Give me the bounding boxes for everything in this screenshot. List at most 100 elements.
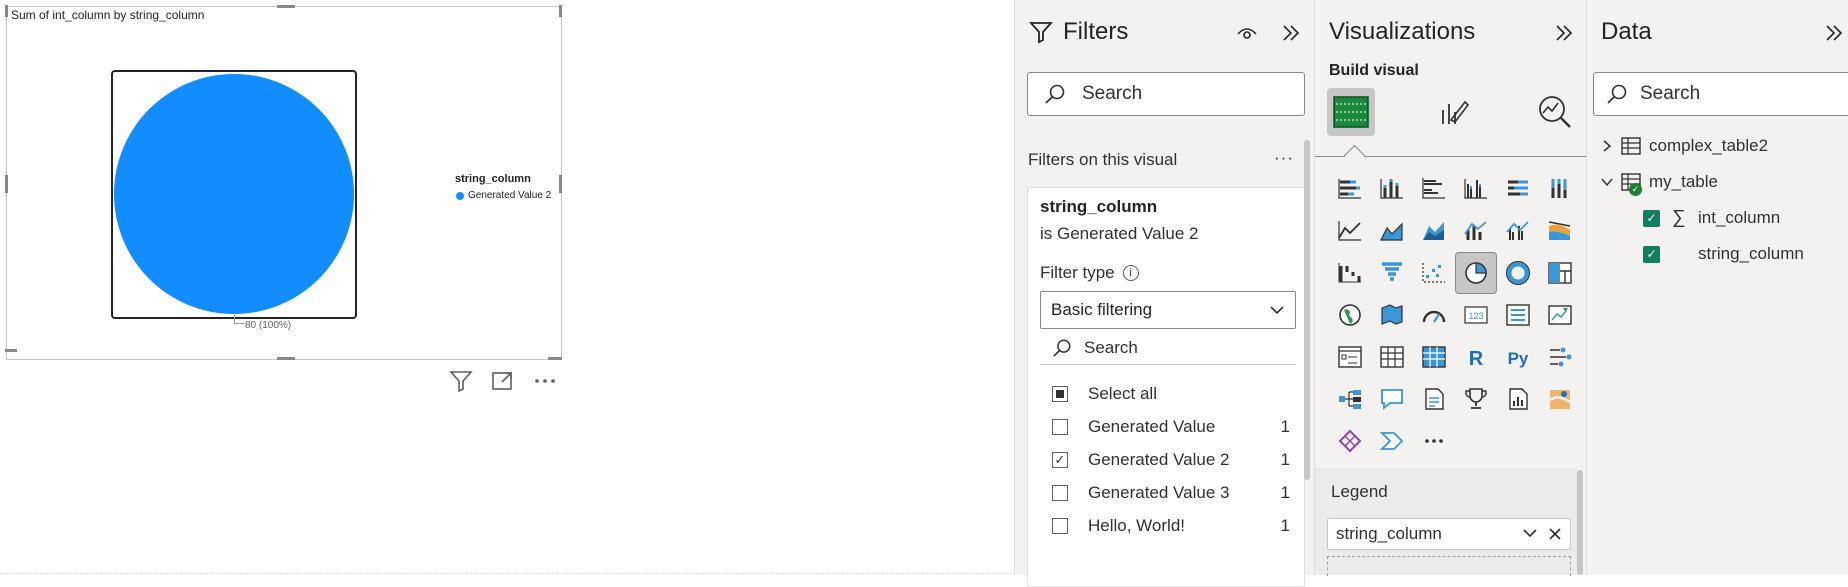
collapse-pane-icon[interactable] [1553, 22, 1575, 44]
filter-card[interactable]: string_column is Generated Value 2 Filte… [1027, 187, 1305, 587]
legend-well-drop-zone[interactable] [1327, 556, 1571, 576]
close-icon[interactable] [1548, 527, 1562, 541]
metrics-icon[interactable] [1455, 378, 1497, 420]
funnel-chart-icon[interactable] [1371, 252, 1413, 294]
legend-item[interactable]: Generated Value 2 [456, 190, 551, 201]
scatter-chart-icon[interactable] [1413, 252, 1455, 294]
data-search-box[interactable] [1593, 72, 1848, 116]
focus-mode-icon[interactable] [489, 368, 517, 394]
area-chart-icon[interactable] [1371, 210, 1413, 252]
filter-type-dropdown[interactable]: Basic filtering [1040, 291, 1296, 329]
data-search-input[interactable] [1638, 82, 1792, 106]
ribbon-chart-icon[interactable] [1539, 210, 1581, 252]
key-influencers-icon[interactable] [1539, 336, 1581, 378]
100-stacked-column-chart-icon[interactable] [1539, 168, 1581, 210]
eye-icon[interactable] [1236, 22, 1258, 44]
power-automate-icon[interactable] [1371, 420, 1413, 462]
filter-value-checkbox[interactable] [1052, 385, 1068, 402]
stacked-area-chart-icon[interactable] [1413, 210, 1455, 252]
data-pane: Data complex_table2 ✓ my_table [1586, 0, 1848, 575]
filter-value-row[interactable]: Generated Value 1 [1040, 410, 1298, 443]
python-visual-icon[interactable]: Py [1497, 336, 1539, 378]
sigma-icon: ∑ [1672, 207, 1686, 228]
visualizations-scrollbar[interactable] [1577, 470, 1583, 575]
section-more-options-icon[interactable]: ··· [1274, 148, 1294, 168]
filter-value-checkbox[interactable] [1052, 418, 1068, 435]
field-checkbox[interactable]: ✓ [1643, 209, 1660, 227]
more-visuals-icon[interactable] [1413, 420, 1455, 462]
r-script-visual-icon[interactable]: R [1455, 336, 1497, 378]
stacked-bar-chart-icon[interactable] [1329, 168, 1371, 210]
pie-chart-icon[interactable] [1455, 252, 1497, 294]
card-icon[interactable]: 123 [1455, 294, 1497, 336]
table-visual-icon[interactable] [1371, 336, 1413, 378]
power-apps-icon[interactable] [1329, 420, 1371, 462]
table-row-my-table[interactable]: ✓ my_table [1599, 164, 1804, 200]
line-and-clustered-column-icon[interactable] [1497, 210, 1539, 252]
100-stacked-bar-chart-icon[interactable] [1497, 168, 1539, 210]
table-name: complex_table2 [1649, 136, 1769, 155]
donut-chart-icon[interactable] [1497, 252, 1539, 294]
kpi-icon[interactable] [1539, 294, 1581, 336]
multi-row-card-icon[interactable] [1497, 294, 1539, 336]
format-visual-icon[interactable] [1429, 88, 1477, 136]
legend-well-field[interactable]: string_column [1327, 518, 1571, 550]
map-icon[interactable] [1329, 294, 1371, 336]
waterfall-chart-icon[interactable] [1329, 252, 1371, 294]
chevron-down-icon[interactable] [1522, 527, 1538, 539]
analytics-icon[interactable] [1531, 88, 1579, 136]
matrix-icon[interactable] [1413, 336, 1455, 378]
slicer-icon[interactable] [1329, 336, 1371, 378]
filters-header: Filters [1029, 18, 1128, 46]
clustered-bar-chart-icon[interactable] [1413, 168, 1455, 210]
filter-value-row[interactable]: ✓ Generated Value 2 1 [1040, 443, 1298, 476]
chevron-down-icon[interactable] [1599, 177, 1615, 187]
collapse-pane-icon[interactable] [1823, 22, 1845, 44]
filters-scrollbar[interactable] [1304, 140, 1310, 480]
line-and-stacked-column-icon[interactable] [1455, 210, 1497, 252]
visual-types-grid: 123 R Py [1329, 168, 1581, 462]
filter-value-count: 1 [1280, 515, 1290, 535]
pie-chart-visual[interactable]: Sum of int_column by string_column 80 (1… [5, 5, 562, 360]
filter-type-label: Filter type i [1040, 263, 1139, 283]
azure-maps-icon[interactable] [1539, 378, 1581, 420]
filter-value-label: Hello, World! [1088, 515, 1185, 535]
svg-text:Py: Py [1508, 349, 1529, 368]
fields-tab-icon[interactable] [1327, 88, 1375, 136]
filter-value-row[interactable]: Generated Value 3 1 [1040, 476, 1298, 509]
info-icon[interactable]: i [1122, 265, 1139, 281]
filter-value-row[interactable]: Hello, World! 1 [1040, 509, 1298, 542]
stacked-column-chart-icon[interactable] [1371, 168, 1413, 210]
treemap-icon[interactable] [1539, 252, 1581, 294]
smart-narrative-icon[interactable] [1413, 378, 1455, 420]
filter-value-count: 1 [1280, 482, 1290, 502]
clustered-column-chart-icon[interactable] [1455, 168, 1497, 210]
field-row-string-column[interactable]: ✓ ∑ string_column [1599, 236, 1804, 272]
field-row-int-column[interactable]: ✓ ∑ int_column [1599, 200, 1804, 236]
legend-title: string_column [455, 173, 531, 185]
filter-card-search[interactable]: Search [1040, 332, 1296, 365]
filter-value-checkbox[interactable]: ✓ [1052, 451, 1068, 468]
decomposition-tree-icon[interactable] [1329, 378, 1371, 420]
filter-value-checkbox[interactable] [1052, 484, 1068, 501]
report-canvas[interactable]: Sum of int_column by string_column 80 (1… [0, 0, 1014, 575]
filters-search-input[interactable] [1080, 82, 1234, 106]
qna-icon[interactable] [1371, 378, 1413, 420]
filters-search-box[interactable] [1027, 72, 1305, 116]
filter-value-row[interactable]: Select all [1040, 377, 1298, 410]
pie-slice[interactable] [114, 74, 354, 314]
search-icon [1045, 84, 1065, 104]
collapse-pane-icon[interactable] [1280, 22, 1302, 44]
field-checkbox[interactable]: ✓ [1643, 245, 1660, 263]
more-options-icon[interactable] [531, 368, 559, 394]
filled-map-icon[interactable] [1371, 294, 1413, 336]
filter-visual-icon[interactable] [447, 368, 475, 394]
table-row-complex-table2[interactable]: complex_table2 [1599, 128, 1804, 164]
line-chart-icon[interactable] [1329, 210, 1371, 252]
paginated-report-icon[interactable] [1497, 378, 1539, 420]
filter-type-text: Filter type [1040, 263, 1115, 282]
chevron-right-icon[interactable] [1599, 139, 1615, 153]
gauge-icon[interactable] [1413, 294, 1455, 336]
filter-value-checkbox[interactable] [1052, 517, 1068, 534]
visualizations-header: Visualizations [1329, 18, 1475, 46]
